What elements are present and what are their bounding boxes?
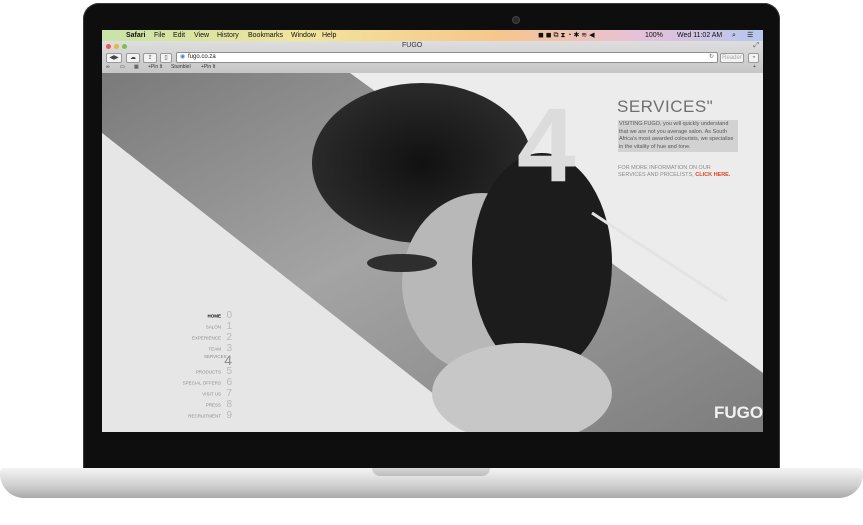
icloud-icon[interactable]: ☁ [126,53,140,63]
nav-item-experience[interactable]: EXPERIENCE 2 [122,329,232,343]
nav-item-home[interactable]: HOME 0 [122,307,232,321]
new-tab-icon[interactable]: + [753,64,756,70]
bookmark-pinit-1[interactable]: +Pin It [148,64,162,70]
zoom-button[interactable] [122,44,127,49]
nav-item-press[interactable]: PRESS 8 [122,396,232,410]
downloads-icon[interactable]: ◔ [748,53,759,63]
share-icon[interactable]: ⇪ [143,53,157,63]
section-description: VISITING FUGO, you will quickly understa… [618,120,738,152]
close-button[interactable] [106,44,111,49]
webpage: 4 SERVICES" VISITING FUGO, you will quic… [102,73,763,432]
screen: Safari File Edit View History Bookmarks … [102,30,763,432]
reading-list-icon[interactable]: ∞ [106,64,110,70]
section-number: 4 [517,87,576,204]
sidebar-icon[interactable]: ▯ [160,53,172,63]
bookmark-stumble[interactable]: StumbleI [171,64,191,70]
menu-app[interactable]: Safari [126,30,145,41]
globe-icon: ◉ [180,54,186,60]
status-icons[interactable]: ◼ ◼ ⧉ ⧗ ◔ ✱ ≋ ◀ [538,30,595,41]
minimize-button[interactable] [114,44,119,49]
nav-item-special-offers[interactable]: SPECIAL OFFERS 6 [122,374,232,388]
reader-button[interactable]: Reader [720,53,744,63]
url-text: fugo.co.za [188,54,216,60]
model-eyebrows [367,254,437,272]
bookmark-pinit-2[interactable]: +Pin It [201,64,215,70]
battery-status[interactable]: 100% [645,30,663,41]
menu-view[interactable]: View [194,30,209,41]
window-title: FUGO [402,42,423,49]
menu-file[interactable]: File [154,30,165,41]
address-bar[interactable]: ◉ fugo.co.za ↻ [176,52,718,63]
camera-icon [513,17,519,23]
nav-item-products[interactable]: PRODUCTS 5 [122,363,232,377]
browser-chrome: FUGO ⤢ ◀▶ ☁ ⇪ ▯ ◉ fugo.co.za ↻ Reader ◔ … [102,41,763,74]
bookmarks-icon[interactable]: ▭ [120,64,125,70]
menu-window[interactable]: Window [291,30,316,41]
menu-bookmarks[interactable]: Bookmarks [248,30,283,41]
notification-center-icon[interactable]: ☰ [747,30,753,41]
menu-help[interactable]: Help [322,30,336,41]
menu-history[interactable]: History [217,30,239,41]
nav-item-recruitment[interactable]: RECRUITMENT 9 [122,407,232,421]
spotlight-icon[interactable]: ⌕ [732,30,736,41]
section-title: SERVICES" [617,97,714,116]
more-info: FOR MORE INFORMATION ON OUR SERVICES AND… [618,165,738,179]
back-button[interactable]: ◀▶ [106,53,122,63]
site-nav: HOME 0 SALON 1 EXPERIENCE 2 TEAM 3 4 SERV… [122,307,232,421]
reload-icon[interactable]: ↻ [709,53,714,62]
clock[interactable]: Wed 11:02 AM [677,30,722,41]
fullscreen-icon[interactable]: ⤢ [753,42,759,50]
menu-edit[interactable]: Edit [173,30,185,41]
nav-item-services[interactable]: 4 SERVICES [122,351,232,368]
click-here-link[interactable]: CLICK HERE. [695,172,730,178]
top-sites-icon[interactable]: ▦ [134,64,139,70]
nav-item-salon[interactable]: SALON 1 [122,318,232,332]
nav-item-visit-us[interactable]: VISIT US 7 [122,385,232,399]
laptop-base [0,468,863,498]
mac-menubar: Safari File Edit View History Bookmarks … [102,30,763,41]
laptop-notch [372,468,490,476]
nav-item-team[interactable]: TEAM 3 [122,340,232,354]
fugo-logo[interactable]: FUGO [714,403,763,423]
